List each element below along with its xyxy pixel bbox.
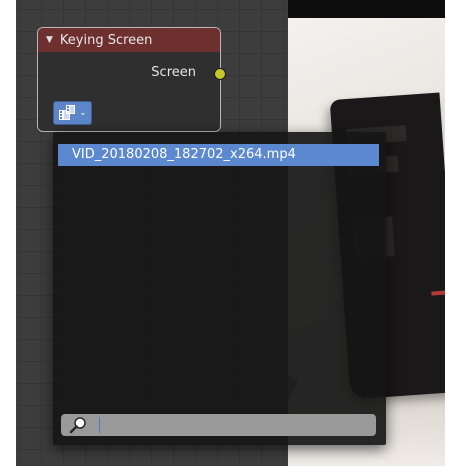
screenshot-stage: ▼ Keying Screen Screen ⌄ VID_20180208_18… (0, 0, 451, 466)
search-field[interactable] (61, 414, 376, 436)
node-header[interactable]: ▼ Keying Screen (38, 28, 220, 52)
dropdown-item-video-file[interactable]: VID_20180208_182702_x264.mp4 (58, 144, 379, 166)
device-indicator (431, 290, 445, 296)
triangle-down-icon[interactable]: ▼ (46, 35, 53, 45)
search-input[interactable] (95, 415, 376, 435)
magnifier-icon (61, 414, 95, 436)
movie-clip-icon (58, 104, 76, 122)
clip-search-dropdown[interactable]: VID_20180208_182702_x264.mp4 (53, 132, 386, 445)
chevron-down-icon: ⌄ (79, 108, 87, 118)
movie-clip-selector-button[interactable]: ⌄ (53, 101, 92, 125)
keying-screen-node[interactable]: ▼ Keying Screen Screen ⌄ (37, 27, 226, 132)
output-socket[interactable] (214, 68, 226, 80)
node-title: Keying Screen (59, 32, 153, 48)
output-label: Screen (151, 65, 196, 80)
